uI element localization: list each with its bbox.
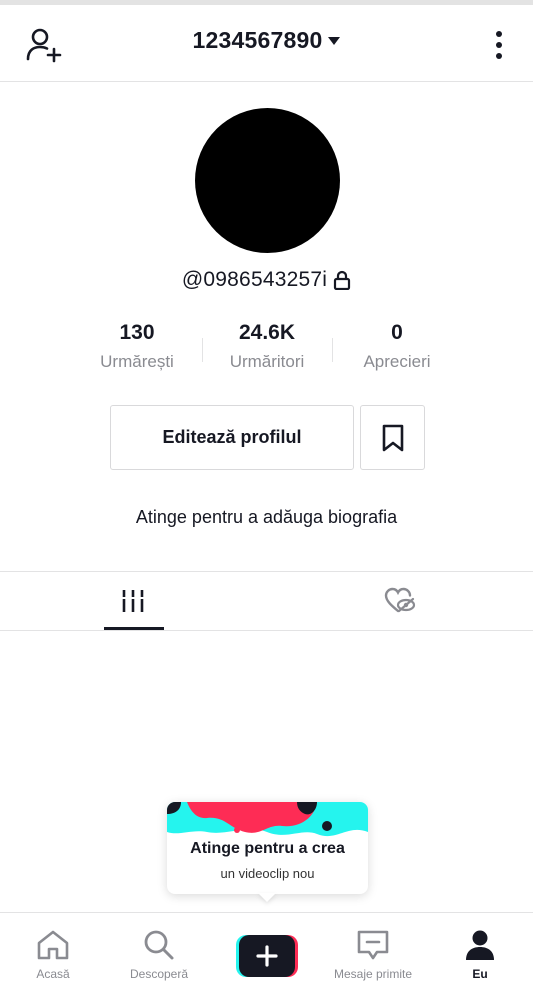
stat-followers[interactable]: 24.6K Urmăritori	[202, 318, 332, 378]
stat-label: Aprecieri	[363, 352, 431, 371]
nav-home[interactable]: Acasă	[0, 913, 106, 1001]
bio-prompt[interactable]: Atinge pentru a adăuga biografia	[0, 507, 533, 528]
stat-label: Urmăritori	[229, 352, 305, 371]
grid-icon	[120, 590, 146, 612]
nav-label: Mesaje primite	[333, 967, 413, 981]
hidden-liked-icon	[384, 587, 416, 613]
search-icon	[144, 930, 174, 960]
decorative-banner	[167, 802, 368, 842]
lock-icon	[333, 270, 351, 290]
more-options-icon[interactable]	[484, 25, 514, 65]
stat-value: 130	[119, 321, 155, 344]
stat-label: Urmărești	[100, 352, 174, 371]
favorites-button[interactable]	[360, 405, 425, 470]
nav-label: Eu	[472, 967, 488, 981]
username: 1234567890	[192, 27, 323, 53]
stat-value: 24.6K	[238, 321, 296, 344]
profile-stats: 130 Urmărești 24.6K Urmăritori 0 Aprecie…	[72, 318, 462, 378]
nav-me[interactable]: Eu	[427, 913, 533, 1001]
edit-profile-button[interactable]: Editează profilul	[110, 405, 354, 470]
create-video-card[interactable]: Atinge pentru a crea un videoclip nou	[167, 802, 368, 894]
create-card-subtitle: un videoclip nou	[220, 866, 315, 881]
nav-label: Descoperă	[129, 967, 189, 981]
profile-icon	[466, 930, 494, 960]
home-icon	[37, 930, 69, 960]
user-handle: @0986543257i	[181, 268, 328, 291]
account-switcher[interactable]: 1234567890	[0, 27, 533, 54]
bookmark-icon	[382, 424, 403, 451]
avatar[interactable]	[195, 108, 340, 253]
plus-icon[interactable]	[236, 935, 298, 977]
active-tab-indicator	[104, 627, 164, 630]
profile-header: 1234567890	[0, 5, 533, 82]
create-card-title: Atinge pentru a crea	[190, 840, 345, 857]
nav-discover[interactable]: Descoperă	[106, 913, 212, 1001]
nav-label: Acasă	[36, 967, 70, 981]
stat-value: 0	[391, 321, 403, 344]
card-pointer	[258, 893, 276, 902]
chevron-down-icon	[328, 36, 341, 45]
bottom-navigation: Acasă Descoperă Mesaje primite Eu	[0, 912, 533, 1000]
nav-inbox[interactable]: Mesaje primite	[320, 913, 426, 1001]
handle-row: @0986543257i	[0, 268, 533, 292]
content-tabs	[0, 571, 533, 631]
inbox-icon	[357, 930, 389, 960]
stat-likes[interactable]: 0 Aprecieri	[332, 318, 462, 378]
tab-videos[interactable]	[0, 572, 266, 630]
tab-liked-private[interactable]	[267, 572, 533, 630]
stat-following[interactable]: 130 Urmărești	[72, 318, 202, 378]
